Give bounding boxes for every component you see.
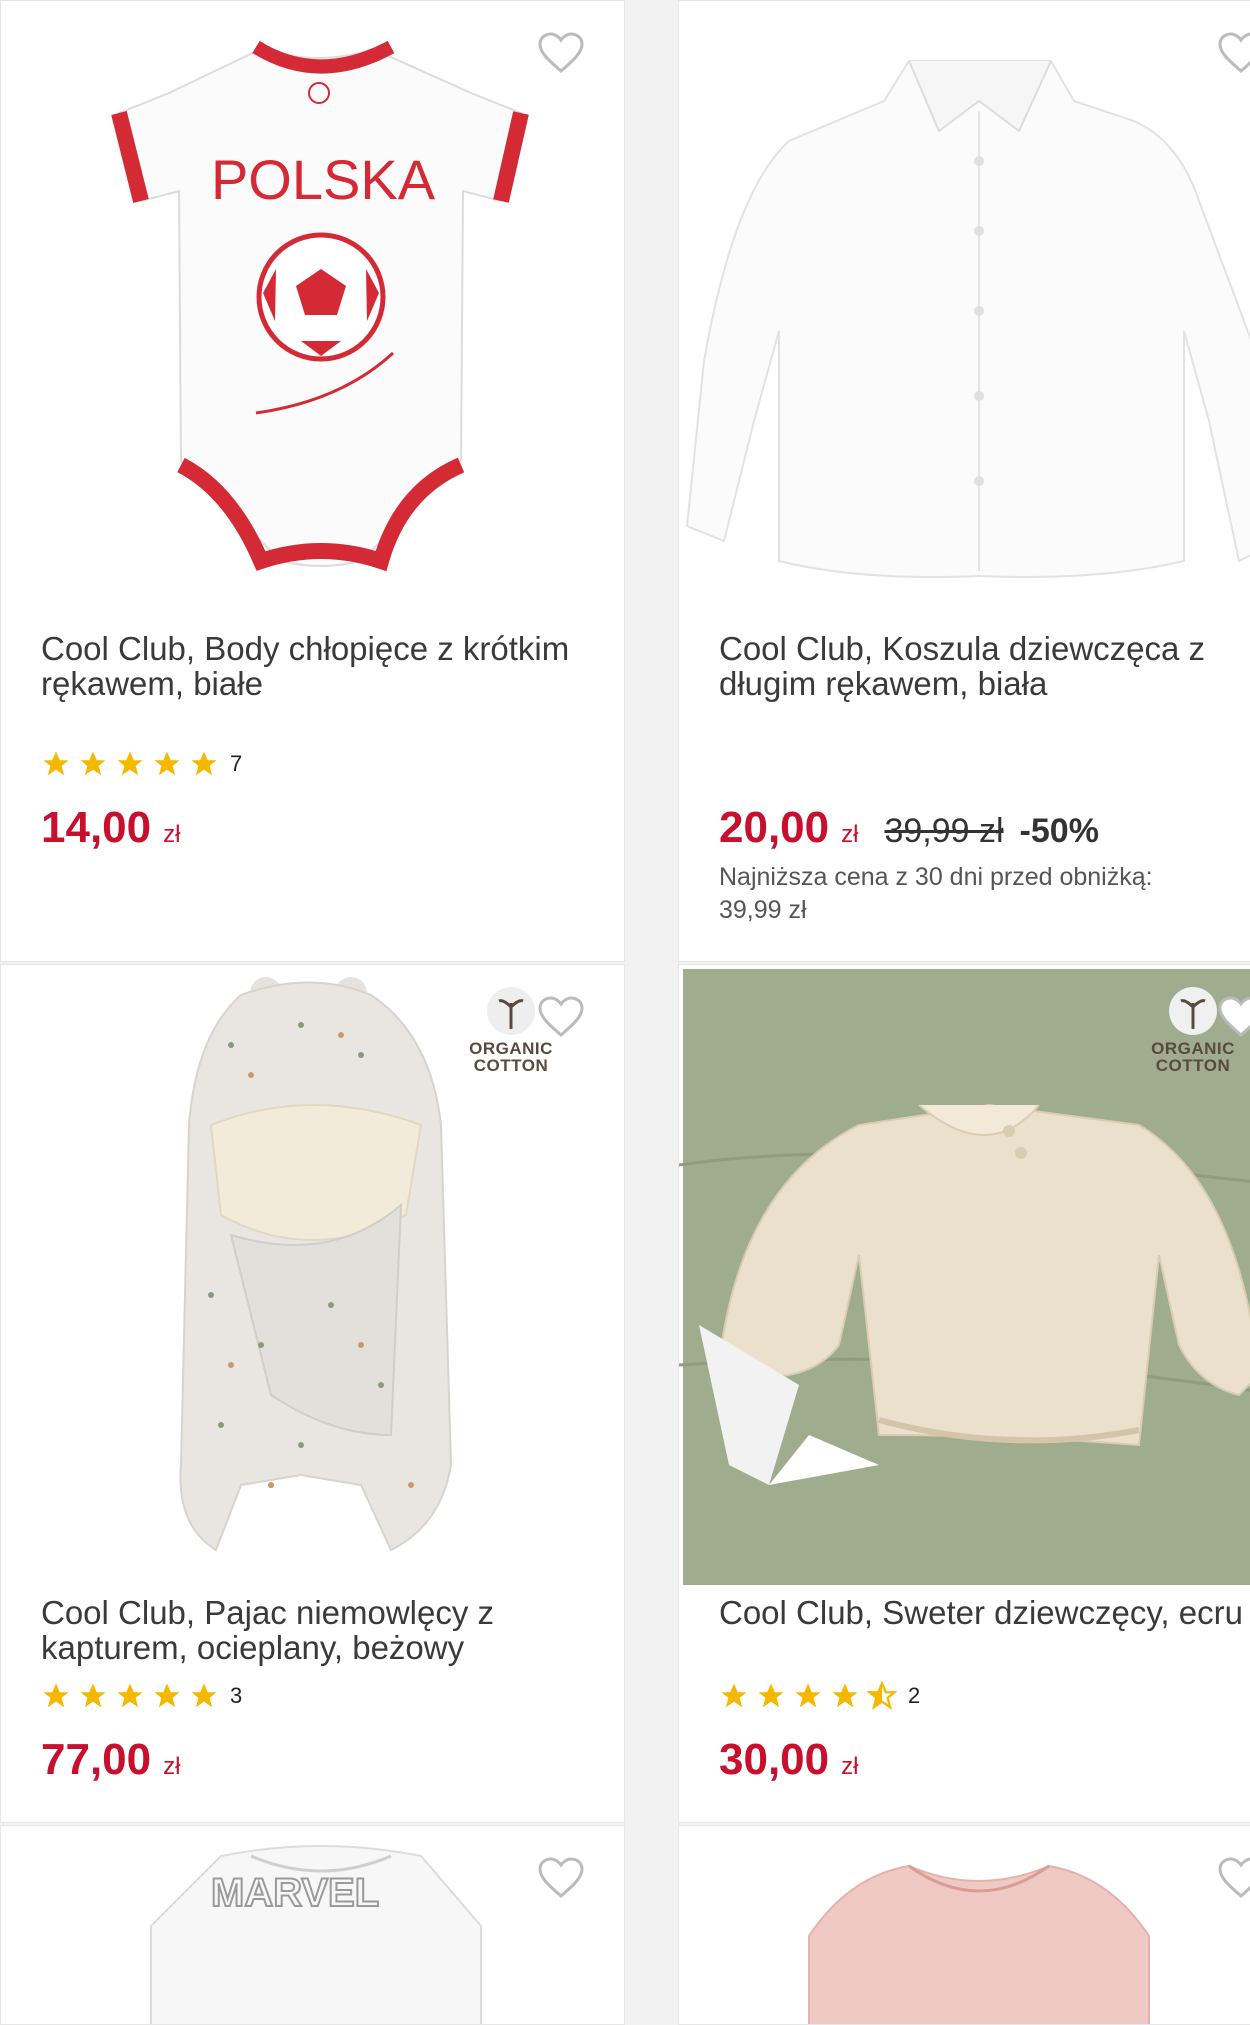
star-icon xyxy=(154,1683,180,1708)
lowest-price-note: Najniższa cena z 30 dni przed obniżką: 3… xyxy=(719,863,1153,924)
product-image-shirt[interactable] xyxy=(679,1,1250,601)
product-image-bodysuit[interactable]: POLSKA xyxy=(1,1,625,601)
rating: 7 xyxy=(41,749,242,779)
product-card[interactable]: POLSKA Cool Club, Body chłopięce z krótk… xyxy=(0,0,625,962)
half-star-icon xyxy=(867,1681,897,1710)
tree-icon xyxy=(1169,987,1217,1035)
star-icon xyxy=(80,751,106,776)
heart-outline-icon[interactable] xyxy=(1217,995,1250,1039)
price-currency: zł xyxy=(841,1753,859,1780)
price: 30,00 zł xyxy=(719,1735,858,1785)
heart-outline-icon[interactable] xyxy=(537,995,585,1039)
price-currency: zł xyxy=(163,821,181,848)
badge-line2: COTTON xyxy=(1155,1056,1231,1075)
star-icon xyxy=(721,1683,747,1708)
product-title[interactable]: Cool Club, Sweter dziewczęcy, ecru xyxy=(719,1595,1250,1630)
star-icon xyxy=(43,1683,69,1708)
badge-line1: ORGANIC xyxy=(1151,1039,1235,1058)
price: 14,00 zł xyxy=(41,803,180,853)
star-icon xyxy=(758,1683,784,1708)
price-currency: zł xyxy=(163,1753,181,1780)
product-image-marvel-top[interactable]: MARVEL xyxy=(1,1826,625,2025)
print-text: POLSKA xyxy=(211,148,436,211)
tree-icon xyxy=(487,987,535,1035)
price: 77,00 zł xyxy=(41,1735,180,1785)
star-icon xyxy=(43,751,69,776)
rating-count: 2 xyxy=(908,1683,921,1708)
heart-outline-icon[interactable] xyxy=(1217,31,1250,75)
star-icon xyxy=(80,1683,106,1708)
star-icon xyxy=(191,1683,217,1708)
price-currency: zł xyxy=(841,821,859,848)
rating-count: 7 xyxy=(230,751,243,776)
print-text: MARVEL xyxy=(211,1871,379,1915)
rating: 2 xyxy=(719,1681,920,1711)
price-value: 20,00 xyxy=(719,803,830,852)
star-icon xyxy=(154,751,180,776)
product-card[interactable]: ORGANIC COTTON Cool Club, Sweter dziewcz… xyxy=(678,964,1250,1823)
product-title[interactable]: Cool Club, Koszula dziewczęca z długim r… xyxy=(719,631,1250,701)
price-value: 77,00 xyxy=(41,1735,152,1784)
discount-badge: -50% xyxy=(1019,812,1099,850)
price-value: 30,00 xyxy=(719,1735,830,1784)
product-image-pink-top[interactable] xyxy=(679,1826,1250,2025)
star-icon xyxy=(795,1683,821,1708)
rating: 3 xyxy=(41,1681,242,1711)
product-card[interactable]: MARVEL xyxy=(0,1825,625,2025)
badge-line1: ORGANIC xyxy=(469,1039,553,1058)
badge-line2: COTTON xyxy=(473,1056,549,1075)
product-title[interactable]: Cool Club, Pajac niemowlęcy z kapturem, … xyxy=(41,1595,601,1665)
product-card[interactable] xyxy=(678,1825,1250,2025)
price-value: 14,00 xyxy=(41,803,152,852)
product-card[interactable]: ORGANIC COTTON Cool Club, Pajac niemowlę… xyxy=(0,964,625,1823)
heart-outline-icon[interactable] xyxy=(1217,1856,1250,1900)
heart-outline-icon[interactable] xyxy=(537,31,585,75)
star-icon xyxy=(117,751,143,776)
product-card[interactable]: Cool Club, Koszula dziewczęca z długim r… xyxy=(678,0,1250,962)
heart-outline-icon[interactable] xyxy=(537,1856,585,1900)
rating-count: 3 xyxy=(230,1683,243,1708)
star-icon xyxy=(832,1683,858,1708)
old-price: 39,99 zł xyxy=(884,812,1004,850)
star-icon xyxy=(117,1683,143,1708)
star-icon xyxy=(191,751,217,776)
price: 20,00 zł 39,99 zł -50% xyxy=(719,803,1099,853)
product-title[interactable]: Cool Club, Body chłopięce z krótkim ręka… xyxy=(41,631,601,701)
